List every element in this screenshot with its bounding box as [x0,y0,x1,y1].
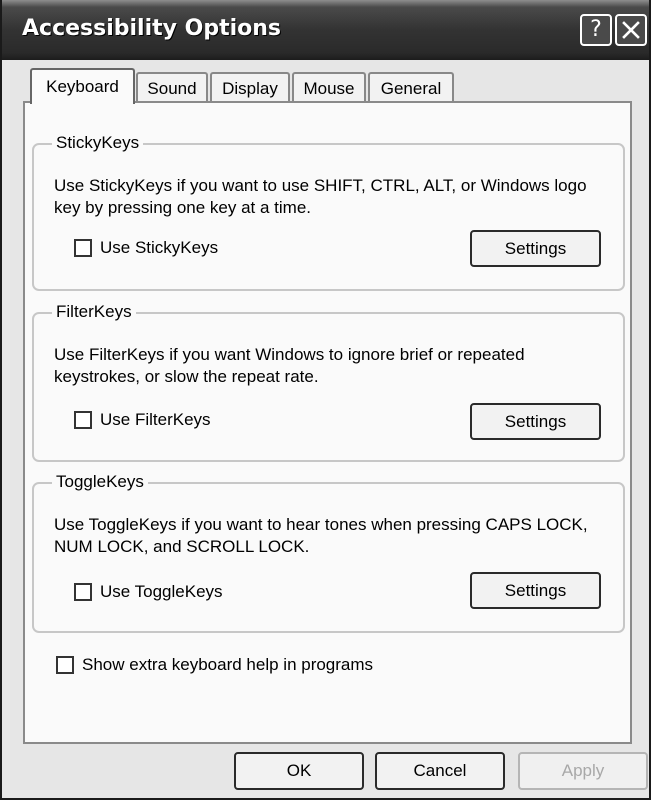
ok-button[interactable]: OK [234,752,364,790]
apply-button[interactable]: Apply [518,752,648,790]
tab-label: Keyboard [46,77,119,96]
tab-sound[interactable]: Sound [136,72,208,104]
tab-display[interactable]: Display [210,72,290,104]
close-button[interactable] [615,14,647,46]
checkbox-label: Show extra keyboard help in programs [82,655,374,674]
checkbox-label: Use StickyKeys [100,238,219,257]
togglekeys-settings-button[interactable]: Settings [470,572,601,609]
show-extra-help-checkbox[interactable]: Show extra keyboard help in programs [56,655,373,675]
help-button[interactable]: ? [580,14,612,46]
checkbox-label: Use ToggleKeys [100,582,223,601]
checkbox-box[interactable] [74,239,92,257]
window-title: Accessibility Options [22,16,282,41]
filterkeys-settings-button[interactable]: Settings [470,403,601,440]
tab-keyboard[interactable]: Keyboard [30,68,135,104]
group-description: Use ToggleKeys if you want to hear tones… [54,515,588,556]
tab-mouse[interactable]: Mouse [292,72,366,104]
checkbox-box[interactable] [56,656,74,674]
tab-general[interactable]: General [368,72,454,104]
cancel-button[interactable]: Cancel [375,752,505,790]
dialog-window: Accessibility Options ? Keyboard Sound D… [0,0,651,800]
tab-label: Mouse [303,79,355,98]
use-togglekeys-checkbox[interactable]: Use ToggleKeys [74,582,223,602]
use-filterkeys-checkbox[interactable]: Use FilterKeys [74,410,211,430]
group-title: FilterKeys [52,301,136,323]
tab-label: Display [222,79,278,98]
group-description: Use StickyKeys if you want to use SHIFT,… [54,176,587,217]
group-stickykeys: StickyKeys Use StickyKeys if you want to… [32,132,625,291]
tab-label: Sound [147,79,197,98]
group-togglekeys: ToggleKeys Use ToggleKeys if you want to… [32,471,625,633]
checkbox-box[interactable] [74,583,92,601]
tab-label: General [380,79,442,98]
group-title: StickyKeys [52,132,144,154]
group-description: Use FilterKeys if you want Windows to ig… [54,345,525,386]
use-stickykeys-checkbox[interactable]: Use StickyKeys [74,238,218,258]
checkbox-box[interactable] [74,411,92,429]
title-bar[interactable]: Accessibility Options ? [2,0,649,60]
close-icon [622,21,640,39]
help-icon: ? [590,17,602,42]
stickykeys-settings-button[interactable]: Settings [470,230,601,267]
group-title: ToggleKeys [52,471,148,493]
checkbox-label: Use FilterKeys [100,410,211,429]
